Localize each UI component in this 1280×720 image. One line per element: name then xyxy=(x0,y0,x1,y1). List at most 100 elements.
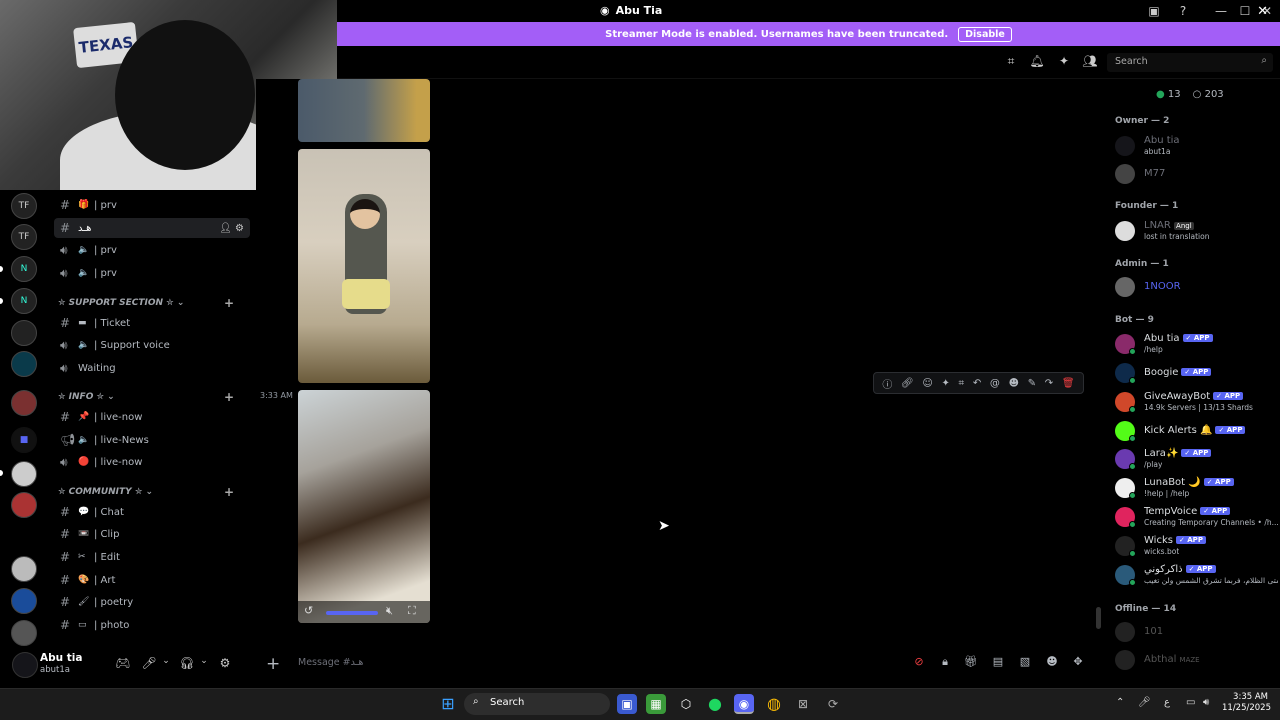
discord-icon[interactable]: ◉ xyxy=(734,694,754,714)
server-icon[interactable] xyxy=(11,461,37,487)
volume-icon[interactable]: 🔊︎ xyxy=(1203,697,1209,708)
scrollbar[interactable] xyxy=(1096,607,1101,629)
avatar[interactable] xyxy=(12,652,38,678)
server-icon[interactable] xyxy=(11,588,37,614)
gift-icon[interactable]: 🎁︎ xyxy=(963,655,979,671)
maximize-button[interactable]: ☐ xyxy=(1234,2,1256,20)
member-item[interactable]: Lara✨ ✓ APP/play xyxy=(1113,446,1278,472)
tray-mic-icon[interactable]: 🎤︎ xyxy=(1138,697,1151,708)
add-channel-icon[interactable]: + xyxy=(224,485,234,499)
category-support[interactable]: ✮ SUPPORT SECTION ✮ ⌄ + xyxy=(58,296,248,310)
add-reaction-icon[interactable]: ☺ xyxy=(922,378,932,389)
server-icon[interactable]: N xyxy=(11,256,37,282)
member-item[interactable]: LNAR Angl lost in translation xyxy=(1113,218,1278,244)
attach-plus-icon[interactable]: + xyxy=(266,654,280,674)
search-input[interactable]: Search ⌕ xyxy=(1107,53,1273,72)
server-icon[interactable] xyxy=(11,524,37,550)
mute-icon[interactable]: 🔇︎ xyxy=(386,604,393,618)
lock-icon[interactable]: 🔒︎ xyxy=(937,655,953,671)
banner-close-icon[interactable]: ✕ xyxy=(1257,4,1268,19)
member-item[interactable]: Abu tia abut1a xyxy=(1113,133,1278,159)
channel-item[interactable]: # ✂ | Edit xyxy=(54,547,250,567)
member-item[interactable]: Boogie ✓ APP xyxy=(1113,360,1278,386)
channel-item[interactable]: # ▭ | photo xyxy=(54,615,250,635)
channel-item-active[interactable]: # هـد 👤︎ ⚙ xyxy=(54,218,250,238)
emoji-icon[interactable]: ☻ xyxy=(1044,655,1060,671)
voice-channel-item[interactable]: 🔊︎ 🔈 | Support voice xyxy=(54,335,250,355)
headphones-icon[interactable]: 🎧︎ xyxy=(179,656,195,672)
disable-button[interactable]: Disable xyxy=(958,26,1012,42)
network-icon[interactable]: ▭ xyxy=(1186,697,1195,708)
app-icon[interactable]: ⟳ xyxy=(823,694,843,714)
app-icon[interactable]: ⊠ xyxy=(793,694,813,714)
bell-icon[interactable]: 🔔︎ xyxy=(1029,54,1045,70)
language-indicator[interactable]: ع xyxy=(1164,697,1170,708)
member-item[interactable]: 101 xyxy=(1113,619,1278,645)
folder-icon[interactable]: ■ xyxy=(11,427,37,453)
member-item[interactable]: Abthal MAZE xyxy=(1113,647,1278,673)
server-icon[interactable] xyxy=(11,320,37,346)
minecraft-icon[interactable]: ▦ xyxy=(646,694,666,714)
member-item[interactable]: Kick Alerts 🔔 ✓ APP xyxy=(1113,418,1278,444)
voice-channel-item[interactable]: 🔊︎ 🔈 | prv xyxy=(54,263,250,283)
member-item[interactable]: 1NOOR xyxy=(1113,274,1278,300)
member-item[interactable]: Abu tia ✓ APP/help xyxy=(1113,331,1278,357)
channel-item[interactable]: # 🎁 | prv xyxy=(54,195,250,215)
channel-settings-icons[interactable]: 👤︎ ⚙ xyxy=(219,223,244,234)
category-info[interactable]: ✮ INFO ✮ ⌄ + xyxy=(58,390,248,404)
microphone-icon[interactable]: 🎤︎ xyxy=(141,656,157,672)
channel-item[interactable]: # 📌 | live-now xyxy=(54,407,250,427)
taskbar-search[interactable]: ⌕ Search xyxy=(464,693,610,715)
category-community[interactable]: ✮ COMMUNITY ✮ ⌄ + xyxy=(58,485,248,499)
inbox-icon[interactable]: ▣ xyxy=(1143,2,1165,20)
member-item[interactable]: GiveAwayBot ✓ APP 14.9k Servers | 13/13 Sh… xyxy=(1113,389,1278,415)
app-icon[interactable]: ▣ xyxy=(617,694,637,714)
delete-icon[interactable]: 🗑︎ xyxy=(1062,378,1075,389)
windows-start-icon[interactable]: ⊞ xyxy=(438,694,458,714)
channel-item[interactable]: # 💬 | Chat xyxy=(54,502,250,522)
server-icon[interactable] xyxy=(11,492,37,518)
video-attachment[interactable]: ↺ 🔇︎ ⛶ xyxy=(298,390,430,623)
channel-item[interactable]: # 🖌 | poetry xyxy=(54,592,250,612)
server-icon[interactable] xyxy=(11,556,37,582)
server-icon[interactable]: TF xyxy=(11,224,37,250)
edit-icon[interactable]: ✎ xyxy=(1028,378,1036,389)
pin-icon[interactable]: ✦ xyxy=(941,378,949,389)
app-icon[interactable]: ⬡ xyxy=(676,694,696,714)
member-item[interactable]: M77 xyxy=(1113,161,1278,187)
no-mic-icon[interactable]: ⊘ xyxy=(911,655,927,671)
id-icon[interactable]: ⓘ xyxy=(882,376,892,391)
thread-icon[interactable]: ⌗ xyxy=(959,378,965,389)
pin-icon[interactable]: ✦ xyxy=(1056,54,1072,70)
help-icon[interactable]: ? xyxy=(1172,2,1194,20)
image-attachment[interactable] xyxy=(298,149,430,383)
chevron-down-icon[interactable]: ⌄ xyxy=(196,656,212,672)
channel-item[interactable]: # 🎨 | Art xyxy=(54,570,250,590)
taskbar-clock[interactable]: 3:35 AM 11/25/2025 xyxy=(1222,692,1271,714)
emoji-icon[interactable]: ☻ xyxy=(1009,378,1019,389)
mention-icon[interactable]: @ xyxy=(990,378,1000,389)
server-icon[interactable] xyxy=(11,351,37,377)
minimize-button[interactable]: — xyxy=(1210,2,1232,20)
volume-slider[interactable] xyxy=(326,611,378,615)
voice-channel-item[interactable]: 🔊︎ 🔴 | live-now xyxy=(54,452,250,472)
chevron-down-icon[interactable]: ⌄ xyxy=(158,656,174,672)
add-channel-icon[interactable]: + xyxy=(224,296,234,310)
member-item[interactable]: LunaBot 🌙 ✓ APP !help | /help xyxy=(1113,475,1278,501)
member-list-icon[interactable]: 👥︎ xyxy=(1082,54,1098,70)
chrome-icon[interactable]: ◍ xyxy=(764,694,784,714)
spotify-icon[interactable]: ● xyxy=(705,694,725,714)
gif-icon[interactable]: ▤ xyxy=(990,655,1006,671)
apps-icon[interactable]: ✥ xyxy=(1070,655,1086,671)
reply-icon[interactable]: ↶ xyxy=(973,378,981,389)
member-item[interactable]: ذاكركوني✓ APPإلى متى الظلام، فربما تشرق … xyxy=(1113,562,1278,588)
link-icon[interactable]: 🔗︎ xyxy=(901,378,914,389)
member-item[interactable]: Wicks ✓ APP wicks.bot xyxy=(1113,533,1278,559)
tray-chevron-up-icon[interactable]: ⌃ xyxy=(1116,697,1124,708)
channel-item[interactable]: # ▬ | Ticket xyxy=(54,313,250,333)
server-icon[interactable] xyxy=(11,390,37,416)
sticker-icon[interactable]: ▧ xyxy=(1017,655,1033,671)
threads-icon[interactable]: ⌗ xyxy=(1003,54,1019,70)
add-channel-icon[interactable]: + xyxy=(224,390,234,404)
server-icon[interactable] xyxy=(11,620,37,646)
